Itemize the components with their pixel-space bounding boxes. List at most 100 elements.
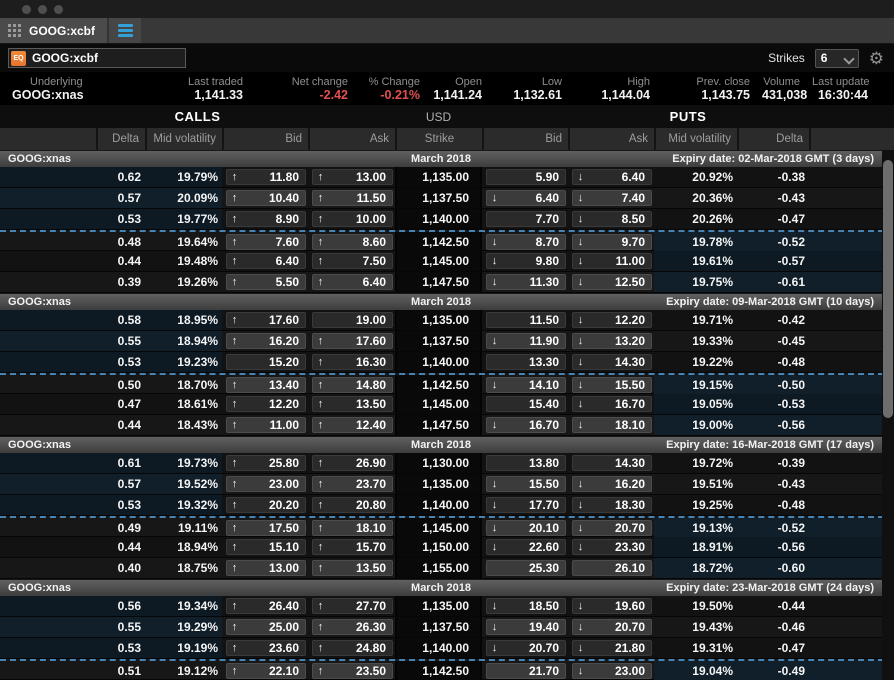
call-ask-cell-box[interactable]: ↑26.30 [312,619,393,635]
put-ask-cell-box[interactable]: ↓21.80 [572,640,652,656]
put-ask-cell-box[interactable]: ↓9.70 [572,234,652,250]
option-row[interactable]: 0.4919.11%↑17.50↑18.101,145.00↓20.10↓20.… [0,516,894,537]
window-minimize-button[interactable] [38,5,47,14]
strikes-dropdown[interactable]: 6 [815,49,859,68]
call-bid-cell-box[interactable]: ↑16.20 [226,333,306,349]
call-ask-cell-box[interactable]: ↑13.50 [312,396,393,412]
put-bid-cell-box[interactable]: ↓8.70 [486,234,566,250]
put-ask-cell-box[interactable]: 26.10 [572,560,652,576]
call-bid-cell-box[interactable]: ↑13.00 [226,560,306,576]
option-row[interactable]: 0.4819.64%↑7.60↑8.601,142.50↓8.70↓9.7019… [0,230,894,251]
call-bid-cell-box[interactable]: 15.20 [226,354,306,370]
put-ask-cell-box[interactable]: ↓18.30 [572,497,652,513]
put-bid-cell-box[interactable]: ↓11.90 [486,333,566,349]
tab-goog-xcbf[interactable]: GOOG:xcbf [0,18,107,43]
call-bid-cell-box[interactable]: ↑17.60 [226,312,306,328]
call-bid-cell-box[interactable]: ↑5.50 [226,274,306,290]
put-bid-cell-box[interactable]: ↓20.70 [486,640,566,656]
option-row[interactable]: 0.4418.94%↑15.10↑15.701,150.00↓22.60↓23.… [0,537,894,558]
call-ask-cell-box[interactable]: ↑20.80 [312,497,393,513]
call-ask-cell-box[interactable]: ↑23.70 [312,476,393,492]
option-row[interactable]: 0.5319.77%↑8.90↑10.001,140.007.70↓8.5020… [0,209,894,230]
call-ask-cell-box[interactable]: ↑13.00 [312,169,393,185]
call-bid-cell-box[interactable]: ↑11.80 [226,169,306,185]
put-bid-cell-box[interactable]: ↓16.70 [486,417,566,433]
option-row[interactable]: 0.5720.09%↑10.40↑11.501,137.50↓6.40↓7.40… [0,188,894,209]
put-bid-cell-box[interactable]: ↓18.50 [486,598,566,614]
call-ask-cell-box[interactable]: ↑8.60 [312,234,393,250]
call-ask-cell-box[interactable]: ↑14.80 [312,377,393,393]
put-ask-cell-box[interactable]: ↓15.50 [572,377,652,393]
put-ask-cell-box[interactable]: ↓7.40 [572,190,652,206]
window-zoom-button[interactable] [54,5,63,14]
call-bid-cell-box[interactable]: ↑10.40 [226,190,306,206]
call-ask-cell-box[interactable]: ↑26.90 [312,455,393,471]
call-bid-cell-box[interactable]: ↑25.00 [226,619,306,635]
option-row[interactable]: 0.5119.12%↑22.10↑23.501,142.5021.70↓23.0… [0,659,894,680]
call-ask-cell-box[interactable]: ↑10.00 [312,211,393,227]
put-bid-cell-box[interactable]: ↓22.60 [486,539,566,555]
put-bid-cell-box[interactable]: 15.40 [486,396,566,412]
put-bid-cell-box[interactable]: 5.90 [486,169,566,185]
put-bid-cell-box[interactable]: 25.30 [486,560,566,576]
call-ask-cell-box[interactable]: ↑15.70 [312,539,393,555]
put-ask-cell-box[interactable]: ↓19.60 [572,598,652,614]
call-bid-cell-box[interactable]: ↑23.60 [226,640,306,656]
option-row[interactable]: 0.6219.79%↑11.80↑13.001,135.005.90↓6.402… [0,167,894,188]
call-ask-cell-box[interactable]: ↑27.70 [312,598,393,614]
put-ask-cell-box[interactable]: ↓6.40 [572,169,652,185]
call-bid-cell-box[interactable]: ↑25.80 [226,455,306,471]
call-bid-cell-box[interactable]: ↑22.10 [226,663,306,679]
put-ask-cell-box[interactable]: 14.30 [572,455,652,471]
vertical-scrollbar[interactable] [882,150,894,680]
call-bid-cell-box[interactable]: ↑23.00 [226,476,306,492]
put-ask-cell-box[interactable]: ↓23.30 [572,539,652,555]
call-bid-cell-box[interactable]: ↑15.10 [226,539,306,555]
option-row[interactable]: 0.5619.34%↑26.40↑27.701,135.00↓18.50↓19.… [0,596,894,617]
call-ask-cell-box[interactable]: ↑13.50 [312,560,393,576]
grid-icon[interactable] [8,24,21,37]
put-bid-cell-box[interactable]: ↓15.50 [486,476,566,492]
put-ask-cell-box[interactable]: ↓8.50 [572,211,652,227]
option-row[interactable]: 0.5719.52%↑23.00↑23.701,135.00↓15.50↓16.… [0,474,894,495]
call-ask-cell-box[interactable]: ↑18.10 [312,520,393,536]
call-bid-cell-box[interactable]: ↑8.90 [226,211,306,227]
put-ask-cell-box[interactable]: ↓16.20 [572,476,652,492]
option-row[interactable]: 0.5018.70%↑13.40↑14.801,142.50↓14.10↓15.… [0,373,894,394]
put-bid-cell-box[interactable]: ↓6.40 [486,190,566,206]
call-bid-cell-box[interactable]: ↑11.00 [226,417,306,433]
call-bid-cell-box[interactable]: ↑26.40 [226,598,306,614]
call-ask-cell-box[interactable]: ↑12.40 [312,417,393,433]
put-ask-cell-box[interactable]: ↓12.20 [572,312,652,328]
call-bid-cell-box[interactable]: ↑12.20 [226,396,306,412]
put-bid-cell-box[interactable]: ↓19.40 [486,619,566,635]
put-bid-cell-box[interactable]: 11.50 [486,312,566,328]
option-row[interactable]: 0.5519.29%↑25.00↑26.301,137.50↓19.40↓20.… [0,617,894,638]
option-row[interactable]: 0.6119.73%↑25.80↑26.901,130.0013.8014.30… [0,453,894,474]
call-ask-cell-box[interactable]: 19.00 [312,312,393,328]
call-ask-cell-box[interactable]: ↑11.50 [312,190,393,206]
put-bid-cell-box[interactable]: ↓20.10 [486,520,566,536]
call-bid-cell-box[interactable]: ↑7.60 [226,234,306,250]
put-ask-cell-box[interactable]: ↓14.30 [572,354,652,370]
option-row[interactable]: 0.4418.43%↑11.00↑12.401,147.50↓16.70↓18.… [0,415,894,436]
put-bid-cell-box[interactable]: 13.80 [486,455,566,471]
put-bid-cell-box[interactable]: ↓17.70 [486,497,566,513]
put-bid-cell-box[interactable]: ↓14.10 [486,377,566,393]
call-bid-cell-box[interactable]: ↑17.50 [226,520,306,536]
put-bid-cell-box[interactable]: 21.70 [486,663,566,679]
call-ask-cell-box[interactable]: ↑24.80 [312,640,393,656]
option-row[interactable]: 0.5518.94%↑16.20↑17.601,137.50↓11.90↓13.… [0,331,894,352]
instrument-search-field[interactable]: EQ GOOG:xcbf [8,48,186,68]
settings-gear-icon[interactable]: ⚙ [869,50,884,67]
scrollbar-thumb[interactable] [883,160,893,418]
put-ask-cell-box[interactable]: ↓23.00 [572,663,652,679]
option-row[interactable]: 0.4419.48%↑6.40↑7.501,145.00↓9.80↓11.001… [0,251,894,272]
option-row[interactable]: 0.5319.19%↑23.60↑24.801,140.00↓20.70↓21.… [0,638,894,659]
put-ask-cell-box[interactable]: ↓12.50 [572,274,652,290]
call-bid-cell-box[interactable]: ↑13.40 [226,377,306,393]
put-bid-cell-box[interactable]: 7.70 [486,211,566,227]
put-bid-cell-box[interactable]: ↓11.30 [486,274,566,290]
call-ask-cell-box[interactable]: ↑17.60 [312,333,393,349]
put-ask-cell-box[interactable]: ↓20.70 [572,619,652,635]
